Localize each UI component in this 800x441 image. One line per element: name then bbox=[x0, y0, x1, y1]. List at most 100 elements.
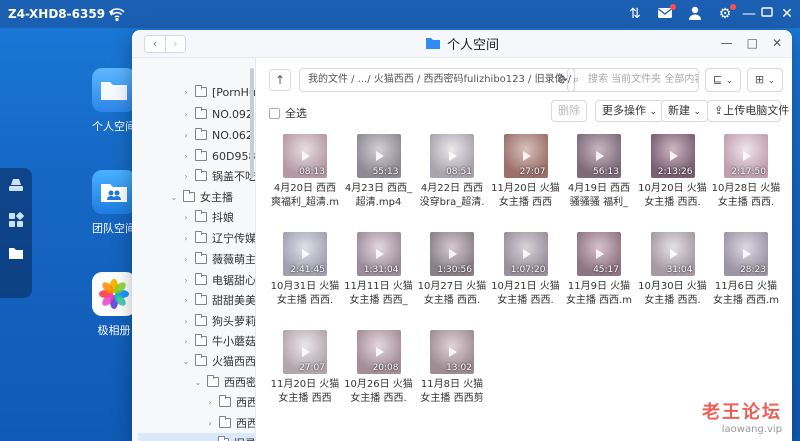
storage-icon[interactable] bbox=[7, 178, 25, 196]
video-thumbnail[interactable]: 27:07 bbox=[503, 134, 548, 178]
chevron-right-icon[interactable]: › bbox=[182, 213, 190, 222]
file-item[interactable]: 1:07:20 10月21日 火猫女主播 西西.m... bbox=[490, 232, 562, 308]
maximize-icon[interactable]: □ bbox=[747, 36, 758, 50]
search-input[interactable]: ⌕ 搜索 当前文件夹 全部内容 bbox=[567, 68, 699, 92]
sidebar-scrollbar[interactable] bbox=[250, 68, 254, 178]
close-icon[interactable]: ✕ bbox=[778, 5, 796, 23]
tree-item[interactable]: ›60D9582 bbox=[182, 146, 255, 166]
chevron-right-icon[interactable]: › bbox=[182, 255, 190, 264]
close-icon[interactable]: ✕ bbox=[772, 36, 782, 50]
file-item[interactable]: 20:08 10月26日 火猫女主播 西西.m... bbox=[343, 330, 415, 406]
video-thumbnail[interactable]: 20:08 bbox=[356, 330, 401, 374]
chevron-right-icon[interactable]: › bbox=[206, 398, 214, 407]
user-icon[interactable] bbox=[686, 5, 704, 23]
file-item[interactable]: 08:51 4月22日 西西 没穿bra_超清.mp4 bbox=[416, 134, 488, 210]
chevron-right-icon[interactable]: › bbox=[182, 131, 190, 140]
video-thumbnail[interactable]: 08:51 bbox=[430, 134, 474, 178]
chevron-right-icon[interactable]: › bbox=[182, 88, 190, 97]
files-icon[interactable] bbox=[7, 246, 25, 264]
tree-item[interactable]: › 薇薇萌主 bbox=[182, 249, 255, 269]
view-mode-button[interactable]: ⊞ ⌄ bbox=[747, 68, 783, 92]
tree-item[interactable]: › NO.062 J bbox=[182, 125, 255, 145]
chevron-right-icon[interactable]: › bbox=[182, 110, 190, 119]
file-item[interactable]: 08:13 4月20日 西西 爽福利_超清.mp4 bbox=[269, 134, 341, 210]
minimize-icon[interactable]: — bbox=[721, 36, 733, 50]
file-item[interactable]: 2:41:45 10月31日 火猫女主播 西西.m... bbox=[269, 232, 341, 308]
device-selector[interactable]: Z4-XHD8-6359 ▾ bbox=[0, 7, 114, 21]
checkbox-box[interactable] bbox=[269, 107, 280, 119]
video-thumbnail[interactable]: 1:31:04 bbox=[356, 232, 401, 276]
tree-item[interactable]: ⌄ 女主播 bbox=[170, 187, 233, 207]
chevron-right-icon[interactable]: › bbox=[182, 296, 190, 305]
more-actions-button[interactable]: 更多操作 ⌄ bbox=[595, 100, 665, 122]
file-item[interactable]: 31:04 10月30日 火猫女主播 西西.m... bbox=[637, 232, 709, 308]
chevron-down-icon[interactable]: ⌄ bbox=[182, 357, 190, 366]
chevron-right-icon[interactable]: › bbox=[182, 152, 190, 161]
video-thumbnail[interactable]: 45:17 bbox=[577, 232, 621, 276]
chevron-down-icon[interactable]: ⌄ bbox=[194, 378, 202, 387]
file-item[interactable]: 2:13:26 10月20日 火猫女主播 西西.m... bbox=[637, 134, 709, 210]
tree-item[interactable]: › 甜甜美美 bbox=[182, 290, 255, 310]
file-item[interactable]: 56:13 4月19日 西西 骚骚骚 福利_超... bbox=[563, 134, 635, 210]
select-all-checkbox[interactable]: 全选 bbox=[269, 105, 307, 121]
upload-button[interactable]: ⇪上传电脑文件 bbox=[707, 100, 789, 122]
video-thumbnail[interactable]: 1:30:56 bbox=[430, 232, 474, 276]
restore-icon[interactable] bbox=[758, 5, 776, 23]
minimize-icon[interactable]: — bbox=[740, 5, 758, 23]
chevron-right-icon[interactable]: › bbox=[182, 172, 190, 181]
tree-item[interactable]: ⌄ 火猫西西 bbox=[182, 351, 255, 371]
chevron-right-icon[interactable]: › bbox=[206, 419, 214, 428]
new-button[interactable]: 新建 ⌄ bbox=[661, 100, 709, 122]
file-item[interactable]: 27:07 11月20日 火猫女主播 西西 剪... bbox=[490, 134, 562, 210]
chevron-right-icon[interactable]: › bbox=[182, 234, 190, 243]
video-thumbnail[interactable]: 56:13 bbox=[577, 134, 621, 178]
file-item[interactable]: 2:17:50 10月28日 火猫女主播 西西.m... bbox=[710, 134, 782, 210]
apps-icon[interactable] bbox=[7, 212, 25, 230]
video-thumbnail[interactable]: 2:17:50 bbox=[724, 134, 768, 178]
tree-item[interactable]: › 西西 bbox=[206, 392, 255, 412]
path-row: ↑ 我的文件 / .../ 火猫西西 / 西西密码fulizhibo123 / … bbox=[269, 68, 575, 92]
file-item[interactable]: 1:30:56 10月27日 火猫女主播 西西.m... bbox=[416, 232, 488, 308]
tree-item[interactable]: › 狗头萝莉 bbox=[182, 311, 255, 331]
video-thumbnail[interactable]: 31:04 bbox=[650, 232, 695, 276]
breadcrumb[interactable]: 我的文件 / .../ 火猫西西 / 西西密码fulizhibo123 / 旧录… bbox=[299, 68, 575, 92]
tree-item[interactable]: › 西西 bbox=[206, 413, 255, 433]
chevron-right-icon[interactable]: › bbox=[182, 317, 190, 326]
file-item[interactable]: 45:17 11月9日 火猫女主播 西西.mp4 bbox=[563, 232, 635, 308]
tree-item[interactable]: › [PornHul bbox=[182, 82, 255, 102]
back-button[interactable]: ‹ bbox=[145, 36, 165, 52]
file-item[interactable]: 1:31:04 11月11日 火猫女主播 西西_0... bbox=[343, 232, 415, 308]
video-thumbnail[interactable]: 2:13:26 bbox=[650, 134, 695, 178]
chevron-down-icon[interactable]: ⌄ bbox=[170, 193, 178, 202]
play-icon bbox=[302, 151, 310, 161]
delete-button[interactable]: 删除 bbox=[551, 100, 587, 122]
tree-item[interactable]: › 辽宁传媒 bbox=[182, 228, 255, 248]
video-thumbnail[interactable]: 1:07:20 bbox=[503, 232, 548, 276]
file-item[interactable]: 13:02 11月8日 火猫女主播 西西剪辑.... bbox=[416, 330, 488, 406]
tree-item[interactable]: › 电锯甜心 bbox=[182, 270, 255, 290]
filter-button[interactable]: ⊑ ⌄ bbox=[705, 68, 741, 92]
tree-item[interactable]: › 牛小蘑菇 bbox=[182, 331, 255, 351]
tree-item[interactable]: › NO.092 J bbox=[182, 104, 255, 124]
file-item[interactable]: 27:07 11月20日 火猫女主播 西西 剪... bbox=[269, 330, 341, 406]
message-icon[interactable] bbox=[656, 4, 676, 23]
video-thumbnail[interactable]: 2:41:45 bbox=[283, 232, 327, 276]
chevron-right-icon[interactable]: › bbox=[182, 337, 190, 346]
video-thumbnail[interactable]: 27:07 bbox=[283, 330, 327, 374]
forward-button[interactable]: › bbox=[165, 36, 185, 52]
wifi-icon[interactable] bbox=[108, 5, 126, 23]
chevron-right-icon[interactable]: › bbox=[182, 276, 190, 285]
video-thumbnail[interactable]: 28:23 bbox=[724, 232, 768, 276]
gear-icon[interactable]: ⚙ bbox=[716, 4, 736, 23]
video-thumbnail[interactable]: 08:13 bbox=[283, 134, 327, 178]
video-thumbnail[interactable]: 13:02 bbox=[430, 330, 474, 374]
video-thumbnail[interactable]: 55:13 bbox=[356, 134, 401, 178]
tree-item-selected[interactable]: ›旧录 bbox=[138, 433, 255, 441]
file-item[interactable]: 55:13 4月23日 西西_超清.mp4 bbox=[343, 134, 415, 210]
tree-item[interactable]: › 抖娘 bbox=[182, 207, 234, 227]
transfer-icon[interactable]: ⇅ bbox=[626, 5, 644, 23]
tree-item[interactable]: ⌄ 西西密 bbox=[194, 372, 255, 392]
tree-item[interactable]: › 锅盖不吃 bbox=[182, 166, 255, 186]
file-item[interactable]: 28:23 11月6日 火猫女主播 西西.mp4 bbox=[710, 232, 782, 308]
up-button[interactable]: ↑ bbox=[269, 69, 291, 91]
